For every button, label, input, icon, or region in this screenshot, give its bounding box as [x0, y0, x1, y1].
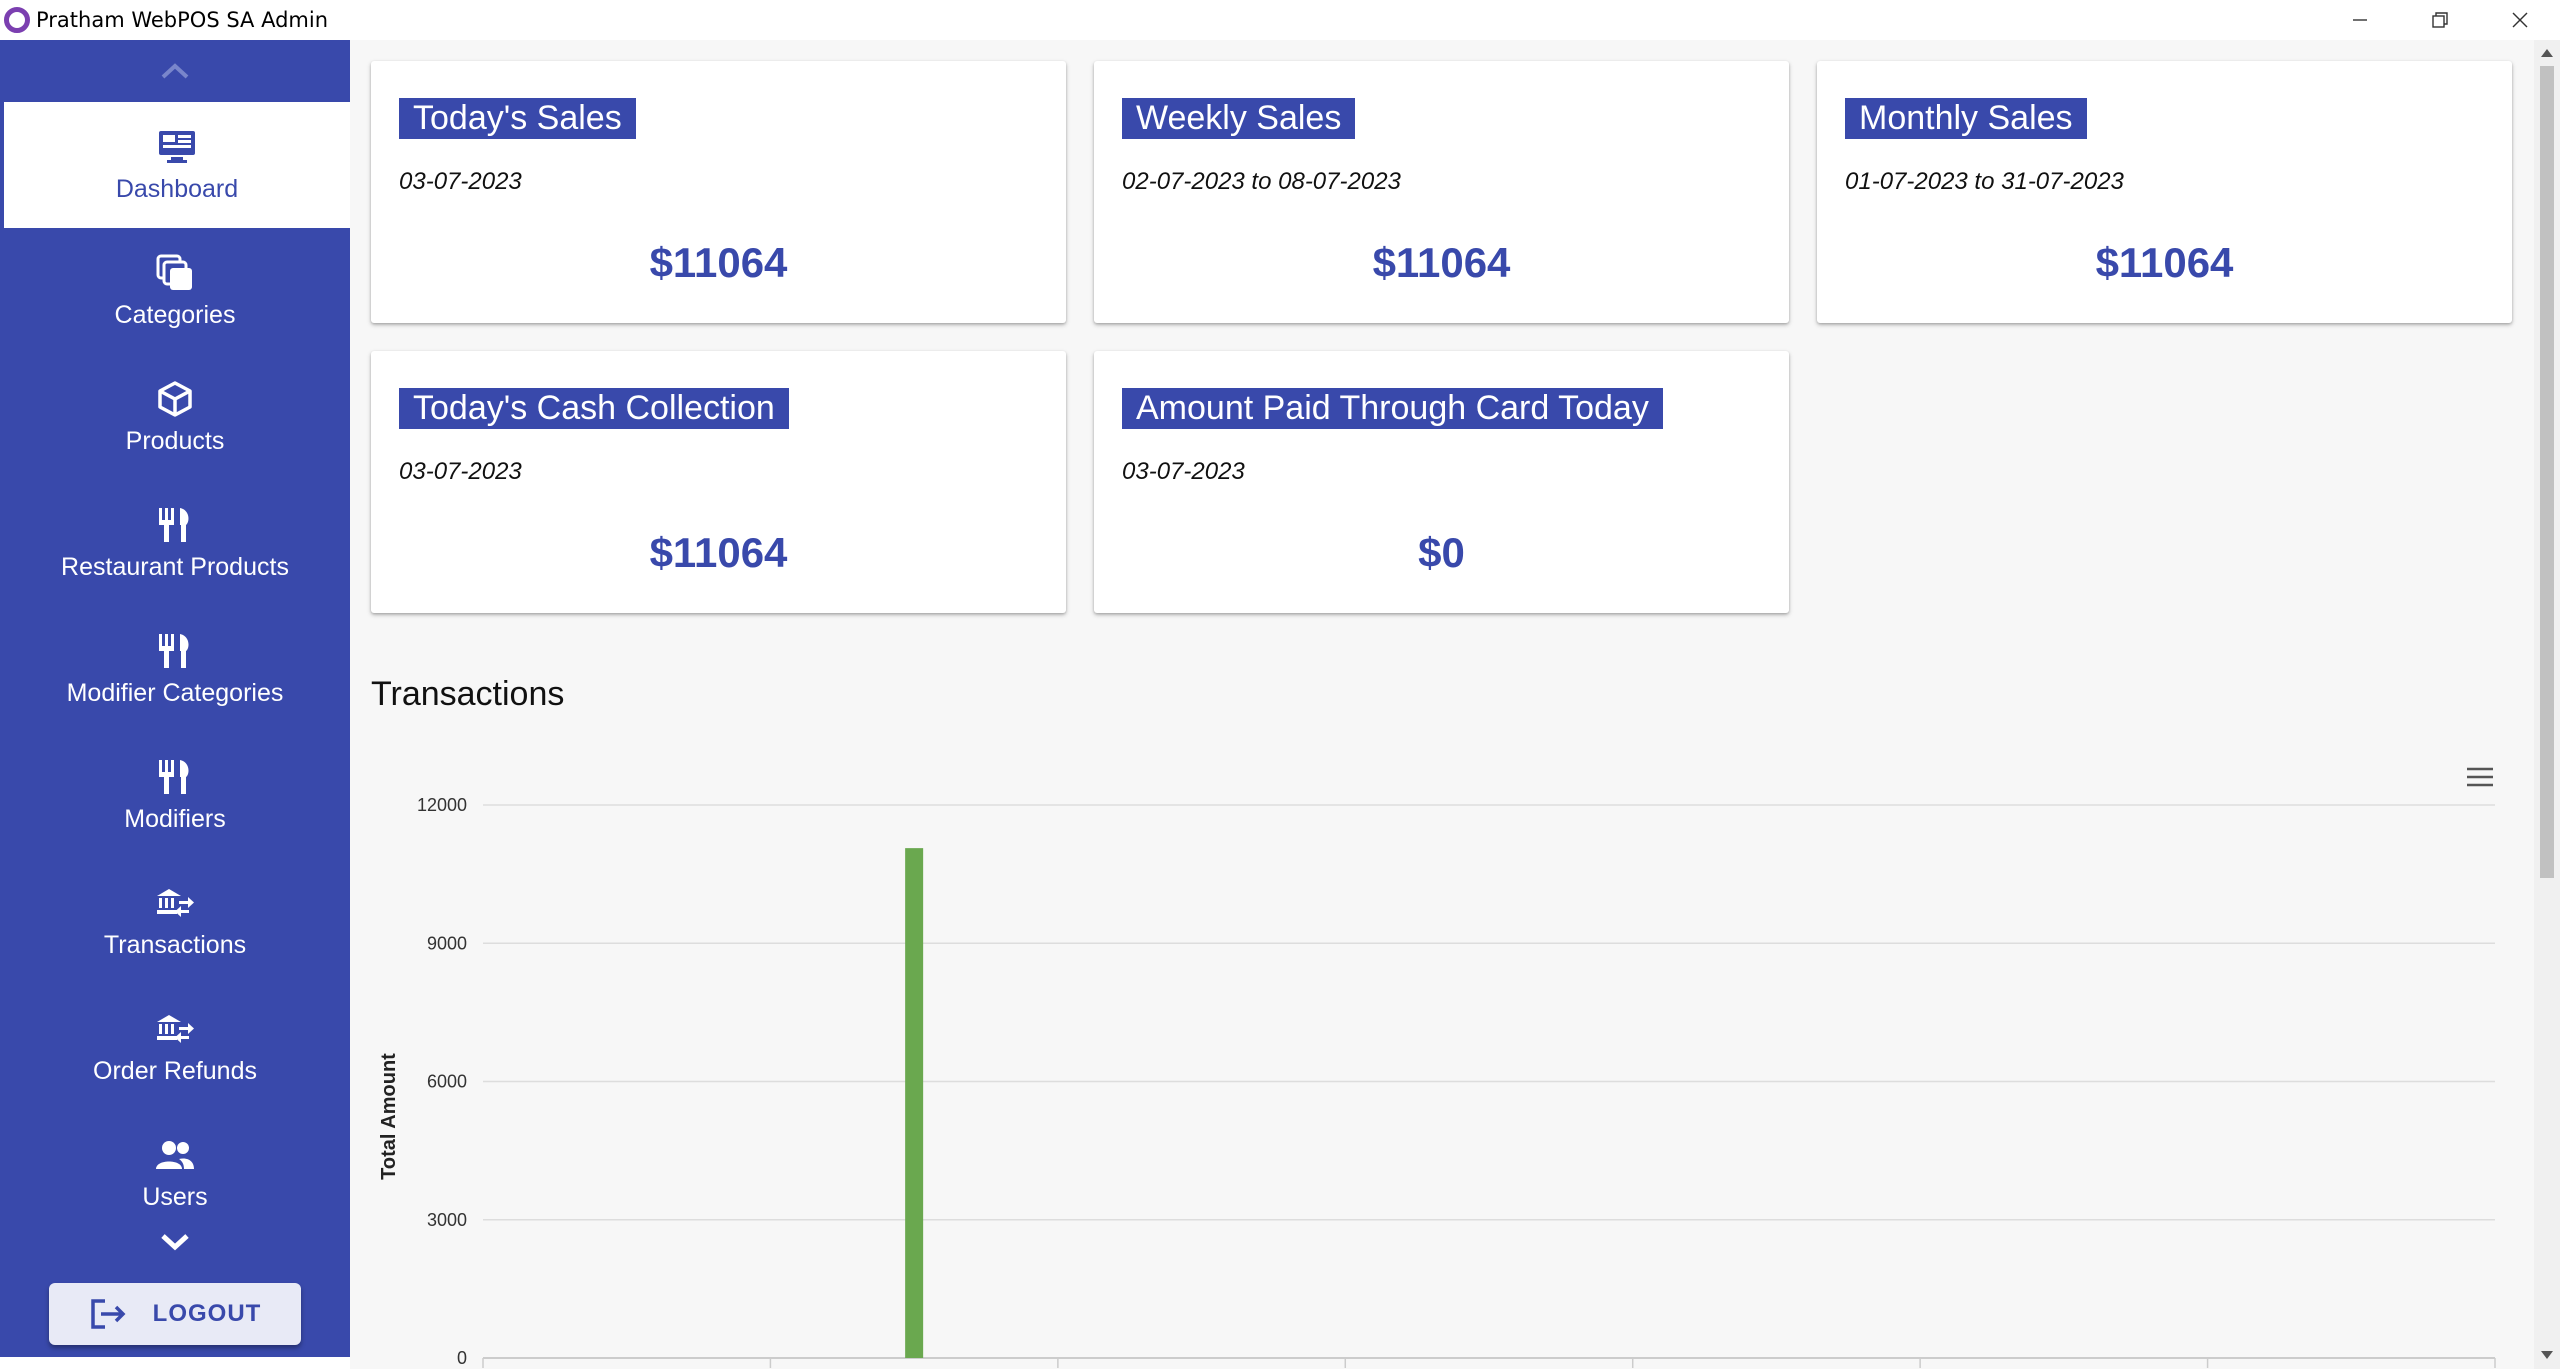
fork-knife-icon — [155, 757, 195, 797]
sidebar-item-restaurant-products[interactable]: Restaurant Products — [0, 480, 350, 606]
fork-knife-icon — [155, 505, 195, 545]
restore-icon — [2432, 12, 2448, 28]
bank-transfer-icon — [155, 883, 195, 923]
sidebar-item-users[interactable]: Users — [0, 1110, 350, 1236]
y-tick-label: 9000 — [427, 933, 467, 953]
minimize-icon — [2353, 19, 2367, 21]
y-tick-label: 3000 — [427, 1210, 467, 1230]
monitor-dashboard-icon — [157, 127, 197, 167]
sidebar-item-label: Order Refunds — [93, 1056, 257, 1085]
sidebar-item-order-refunds[interactable]: Order Refunds — [0, 984, 350, 1110]
users-icon — [155, 1135, 195, 1175]
chevron-up-icon — [161, 63, 189, 79]
page-scrollbar[interactable] — [2534, 40, 2560, 1369]
sidebar-item-products[interactable]: Products — [0, 354, 350, 480]
sidebar-item-label: Products — [125, 426, 225, 455]
transactions-chart: 0 3000 6000 9000 12000 Total Amount — [378, 795, 2496, 1368]
sidebar-item-dashboard[interactable]: Dashboard — [4, 102, 350, 228]
fork-knife-icon — [155, 631, 195, 671]
sidebar-item-modifier-categories[interactable]: Modifier Categories — [0, 606, 350, 732]
scroll-up-arrow-icon[interactable] — [2540, 48, 2554, 58]
bank-transfer-icon — [155, 1009, 195, 1049]
close-button[interactable] — [2480, 0, 2560, 40]
scrollbar-thumb[interactable] — [2540, 66, 2554, 878]
chart-bar — [905, 848, 924, 1358]
window-controls — [2320, 0, 2560, 40]
minimize-button[interactable] — [2320, 0, 2400, 40]
y-axis-title: Total Amount — [378, 1053, 400, 1180]
logout-label: LOGOUT — [152, 1300, 262, 1327]
layers-icon — [155, 253, 195, 293]
chevron-down-icon — [161, 1234, 189, 1251]
restore-button[interactable] — [2400, 0, 2480, 40]
sidebar-scroll-down-button[interactable] — [0, 1222, 350, 1262]
sidebar-item-label: Dashboard — [115, 174, 239, 203]
y-tick-label: 6000 — [427, 1072, 467, 1092]
scroll-down-arrow-icon[interactable] — [2540, 1350, 2554, 1360]
sidebar-item-label: Modifiers — [124, 804, 226, 833]
logout-button[interactable]: LOGOUT — [49, 1283, 301, 1345]
chart-menu-button[interactable] — [2464, 763, 2496, 791]
app-logo-icon — [4, 7, 30, 33]
sidebar-scroll-up-button[interactable] — [0, 40, 350, 102]
window-titlebar: Pratham WebPOS SA Admin — [0, 0, 2560, 40]
sidebar-item-label: Modifier Categories — [66, 678, 284, 707]
sidebar-item-label: Users — [142, 1182, 208, 1211]
hamburger-menu-icon — [2467, 767, 2493, 787]
sidebar-item-transactions[interactable]: Transactions — [0, 858, 350, 984]
sidebar-item-label: Categories — [114, 300, 236, 329]
window-title: Pratham WebPOS SA Admin — [36, 8, 329, 32]
sidebar-item-modifiers[interactable]: Modifiers — [0, 732, 350, 858]
close-icon — [2512, 12, 2528, 28]
sidebar: Dashboard Categories Products Restaurant… — [0, 40, 350, 1357]
sidebar-item-label: Transactions — [103, 930, 247, 959]
sidebar-item-label: Restaurant Products — [61, 552, 289, 581]
main-content: Today's Sales 03-07-2023 $11064 Weekly S… — [350, 40, 2534, 1369]
sidebar-item-categories[interactable]: Categories — [0, 228, 350, 354]
logout-icon — [90, 1299, 126, 1329]
y-tick-label: 0 — [457, 1348, 467, 1368]
cube-icon — [155, 379, 195, 419]
y-tick-label: 12000 — [417, 795, 467, 815]
